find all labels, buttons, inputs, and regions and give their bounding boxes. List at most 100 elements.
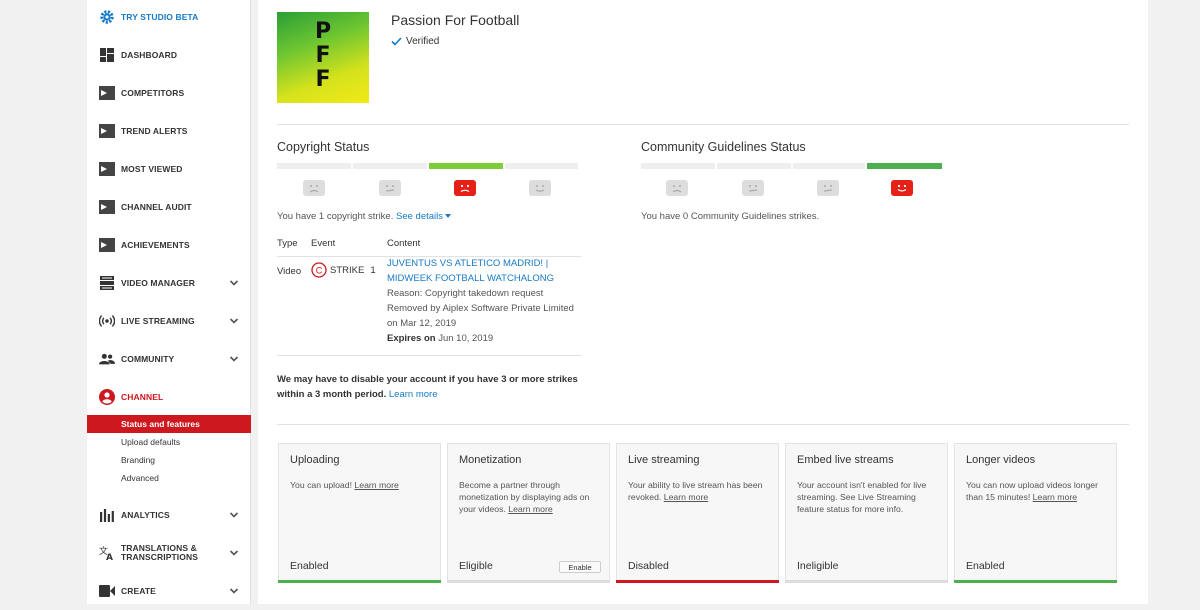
strike-warning-learn-more[interactable]: Learn more	[389, 389, 438, 400]
takedown-reason: Reason: Copyright takedown request	[387, 288, 544, 299]
subnav-status-and-features[interactable]: Status and features	[87, 415, 251, 433]
card-status: Disabled	[628, 560, 669, 572]
card-description: Your account isn't enabled for live stre…	[797, 480, 927, 514]
feature-card-uploading: Uploading You can upload! Learn more Ena…	[278, 443, 441, 583]
removed-on: on Mar 12, 2019	[387, 318, 457, 329]
copyright-icon: C	[311, 262, 327, 278]
community-icon	[99, 351, 115, 367]
enable-monetization-button[interactable]: Enable	[559, 561, 601, 573]
vidiq-icon	[99, 199, 115, 215]
nav-most-viewed[interactable]: MOST VIEWED	[87, 150, 251, 188]
avatar-logo-text: PFF	[315, 19, 332, 92]
video-title-link[interactable]: JUVENTUS VS ATLETICO MADRID! | MIDWEEK F…	[387, 256, 587, 286]
nav-label: LIVE STREAMING	[121, 315, 195, 326]
learn-more-link[interactable]: Learn more	[1033, 492, 1077, 502]
channel-icon	[99, 389, 115, 405]
status-bar	[447, 580, 610, 583]
meter-segment	[353, 163, 427, 169]
chevron-down-icon	[229, 318, 239, 324]
subnav-advanced[interactable]: Advanced	[87, 469, 251, 487]
card-status: Enabled	[966, 560, 1005, 572]
divider	[277, 124, 1129, 125]
feature-card-live-streaming: Live streaming Your ability to live stre…	[616, 443, 779, 583]
nav-dashboard[interactable]: DASHBOARD	[87, 36, 251, 74]
sad-face-red-icon	[454, 180, 476, 196]
card-status: Eligible	[459, 560, 493, 572]
checkmark-icon	[391, 37, 402, 46]
nav-label: MOST VIEWED	[121, 163, 183, 174]
card-description: You can now upload videos longer than 15…	[966, 479, 1111, 503]
expires-label: Expires on	[387, 333, 436, 344]
analytics-icon	[99, 507, 115, 523]
svg-text:A: A	[106, 553, 113, 561]
card-title: Longer videos	[966, 454, 1036, 466]
nav-video-manager[interactable]: VIDEO MANAGER	[87, 264, 251, 302]
table-header-content: Content	[387, 238, 421, 249]
neutral-face-icon	[742, 180, 764, 196]
copyright-status-title: Copyright Status	[277, 140, 370, 154]
channel-name: Passion For Football	[391, 12, 520, 28]
learn-more-link[interactable]: Learn more	[354, 480, 398, 490]
neutral-face-icon	[817, 180, 839, 196]
chevron-down-icon	[229, 280, 239, 286]
meter-segment	[277, 163, 351, 169]
translate-icon: 文A	[99, 545, 115, 561]
meter-segment-active	[429, 163, 503, 169]
chevron-down-icon	[229, 512, 239, 518]
nav-channel-audit[interactable]: CHANNEL AUDIT	[87, 188, 251, 226]
learn-more-link[interactable]: Learn more	[664, 492, 708, 502]
channel-avatar[interactable]: PFF	[277, 12, 369, 103]
nav-label: DASHBOARD	[121, 49, 178, 60]
nav-trend-alerts[interactable]: TREND ALERTS	[87, 112, 251, 150]
svg-text:C: C	[316, 265, 323, 275]
live-streaming-icon	[99, 313, 115, 329]
meter-segment	[505, 163, 578, 169]
nav-achievements[interactable]: ACHIEVEMENTS	[87, 226, 251, 264]
nav-label: TRANSLATIONS & TRANSCRIPTIONS	[121, 543, 198, 562]
sad-face-icon	[303, 180, 325, 196]
expires-on: Expires on Jun 10, 2019	[387, 331, 587, 346]
card-status: Ineligible	[797, 560, 839, 572]
neutral-face-icon	[379, 180, 401, 196]
card-title: Monetization	[459, 454, 522, 466]
nav-competitors[interactable]: COMPETITORS	[87, 74, 251, 112]
nav-community[interactable]: COMMUNITY	[87, 340, 251, 378]
nav-label: TREND ALERTS	[121, 125, 188, 136]
card-description: Your ability to live stream has been rev…	[628, 479, 773, 503]
nav-label: ACHIEVEMENTS	[121, 239, 190, 250]
divider	[277, 424, 1129, 425]
meter-segment-active	[867, 163, 942, 169]
subnav-upload-defaults[interactable]: Upload defaults	[87, 433, 251, 451]
feature-card-longer-videos: Longer videos You can now upload videos …	[954, 443, 1117, 583]
copyright-summary-text: You have 1 copyright strike.	[277, 211, 394, 222]
vidiq-icon	[99, 85, 115, 101]
nav-translations[interactable]: 文A TRANSLATIONS & TRANSCRIPTIONS	[87, 534, 251, 572]
see-details-link[interactable]: See details	[396, 211, 443, 222]
nav-channel[interactable]: CHANNEL	[87, 378, 251, 416]
vidiq-icon	[99, 161, 115, 177]
subnav-branding[interactable]: Branding	[87, 451, 251, 469]
chevron-down-icon	[229, 356, 239, 362]
card-description: Become a partner through monetization by…	[459, 479, 604, 515]
learn-more-link[interactable]: Learn more	[508, 504, 552, 514]
nav-create[interactable]: CREATE	[87, 572, 251, 610]
video-manager-icon	[99, 275, 115, 291]
verified-status: Verified	[391, 36, 439, 47]
strike-count: 1	[370, 264, 376, 276]
happy-face-icon	[529, 180, 551, 196]
card-title: Uploading	[290, 454, 340, 466]
chevron-down-icon	[229, 588, 239, 594]
row-content: JUVENTUS VS ATLETICO MADRID! | MIDWEEK F…	[387, 256, 587, 346]
nav-analytics[interactable]: ANALYTICS	[87, 496, 251, 534]
feature-card-embed-live-streams: Embed live streams Your account isn't en…	[785, 443, 948, 583]
nav-live-streaming[interactable]: LIVE STREAMING	[87, 302, 251, 340]
copyright-summary: You have 1 copyright strike. See details	[277, 211, 452, 222]
nav-label: TRY STUDIO BETA	[121, 11, 199, 22]
status-bar	[616, 580, 779, 583]
row-type: Video	[277, 266, 302, 277]
nav-label: VIDEO MANAGER	[121, 277, 196, 288]
nav-label: COMMUNITY	[121, 353, 175, 364]
chevron-down-icon	[229, 550, 239, 556]
table-header-type: Type	[277, 238, 298, 249]
nav-try-studio-beta[interactable]: TRY STUDIO BETA	[87, 0, 251, 36]
